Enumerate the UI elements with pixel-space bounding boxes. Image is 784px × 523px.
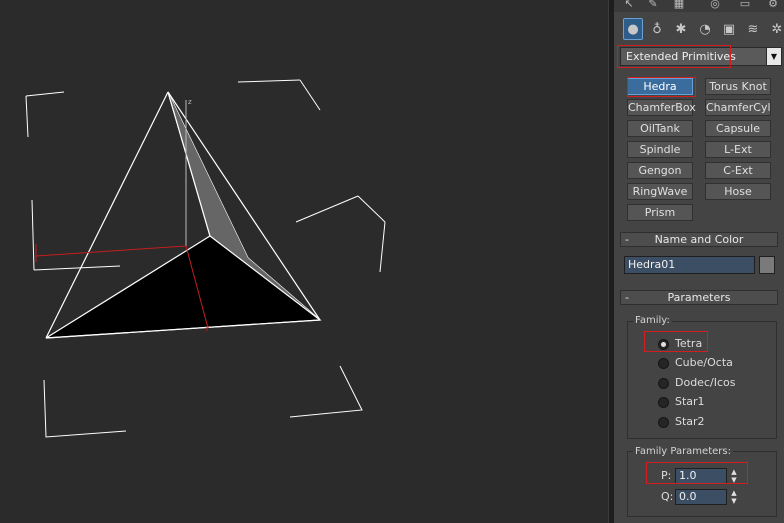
torus-knot-button[interactable]: Torus Knot xyxy=(705,78,771,95)
modify-icon[interactable]: ✎ xyxy=(646,0,660,11)
prism-button[interactable]: Prism xyxy=(627,204,693,221)
p-label: P: xyxy=(661,469,672,482)
family-option-label: Star1 xyxy=(675,395,705,408)
category-dropdown[interactable]: Extended Primitives ▼ xyxy=(620,47,782,66)
chamfercyl-button[interactable]: ChamferCyl xyxy=(705,99,771,116)
lights-icon[interactable]: ✱ xyxy=(671,18,691,40)
family-parameters-group xyxy=(627,451,777,517)
spinner-arrows-icon[interactable]: ▲ ▼ xyxy=(729,468,739,484)
object-name-field[interactable]: Hedra01 xyxy=(624,256,755,274)
perspective-viewport[interactable]: z y xyxy=(0,0,608,523)
pointer-icon[interactable]: ↖ xyxy=(622,0,636,11)
object-color-swatch[interactable] xyxy=(759,256,775,274)
family-option-label: Tetra xyxy=(675,337,703,350)
name-color-title: Name and Color xyxy=(654,233,744,246)
hose-button[interactable]: Hose xyxy=(705,183,771,200)
command-tabs: ↖ ✎ ▦ ◎ ▭ ⚙ xyxy=(614,0,784,12)
display-icon[interactable]: ▭ xyxy=(738,0,752,11)
l-ext-button[interactable]: L-Ext xyxy=(705,141,771,158)
family-option-label: Star2 xyxy=(675,415,705,428)
chamferbox-button[interactable]: ChamferBox xyxy=(627,99,696,116)
z-axis-label: z xyxy=(188,98,192,106)
motion-icon[interactable]: ◎ xyxy=(708,0,722,11)
parameters-rollout-header[interactable]: Parameters - xyxy=(620,290,778,305)
family-option-label: Dodec/Icos xyxy=(675,376,736,389)
shapes-icon[interactable]: ♁ xyxy=(647,18,667,40)
gengon-button[interactable]: Gengon xyxy=(627,162,693,179)
radio-off-icon xyxy=(658,417,669,428)
command-panel: ↖ ✎ ▦ ◎ ▭ ⚙ ● ♁ ✱ ◔ ▣ ≋ ✲ Extended Primi… xyxy=(614,0,784,523)
hierarchy-icon[interactable]: ▦ xyxy=(672,0,686,11)
collapse-icon: - xyxy=(625,233,629,246)
y-axis-label: y xyxy=(205,324,209,332)
hedra-button[interactable]: Hedra xyxy=(627,78,693,95)
parameters-title: Parameters xyxy=(667,291,731,304)
c-ext-button[interactable]: C-Ext xyxy=(705,162,771,179)
tetrahedron-object[interactable] xyxy=(45,91,322,339)
spinner-arrows-icon[interactable]: ▲ ▼ xyxy=(729,489,739,505)
family-option-label: Cube/Octa xyxy=(675,356,733,369)
systems-icon[interactable]: ✲ xyxy=(767,18,784,40)
chevron-down-icon[interactable]: ▼ xyxy=(766,48,781,65)
helpers-icon[interactable]: ▣ xyxy=(719,18,739,40)
radio-off-icon xyxy=(658,378,669,389)
radio-on-icon xyxy=(658,339,669,350)
cameras-icon[interactable]: ◔ xyxy=(695,18,715,40)
geometry-icon[interactable]: ● xyxy=(623,18,643,40)
category-dropdown-value: Extended Primitives xyxy=(626,50,736,63)
name-color-rollout-header[interactable]: Name and Color - xyxy=(620,232,778,247)
family-label: Family: xyxy=(633,315,672,326)
radio-off-icon xyxy=(658,397,669,408)
collapse-icon: - xyxy=(625,291,629,304)
p-input[interactable]: 1.0 xyxy=(675,468,727,484)
q-label: Q: xyxy=(661,490,674,503)
viewport-canvas: z y xyxy=(25,79,386,438)
capsule-button[interactable]: Capsule xyxy=(705,120,771,137)
ringwave-button[interactable]: RingWave xyxy=(627,183,693,200)
radio-off-icon xyxy=(658,358,669,369)
q-input[interactable]: 0.0 xyxy=(675,489,727,505)
create-category-icons: ● ♁ ✱ ◔ ▣ ≋ ✲ xyxy=(620,18,784,40)
spacewarps-icon[interactable]: ≋ xyxy=(743,18,763,40)
family-parameters-label: Family Parameters: xyxy=(633,446,733,457)
spindle-button[interactable]: Spindle xyxy=(627,141,693,158)
utilities-icon[interactable]: ⚙ xyxy=(766,0,780,11)
oiltank-button[interactable]: OilTank xyxy=(627,120,693,137)
